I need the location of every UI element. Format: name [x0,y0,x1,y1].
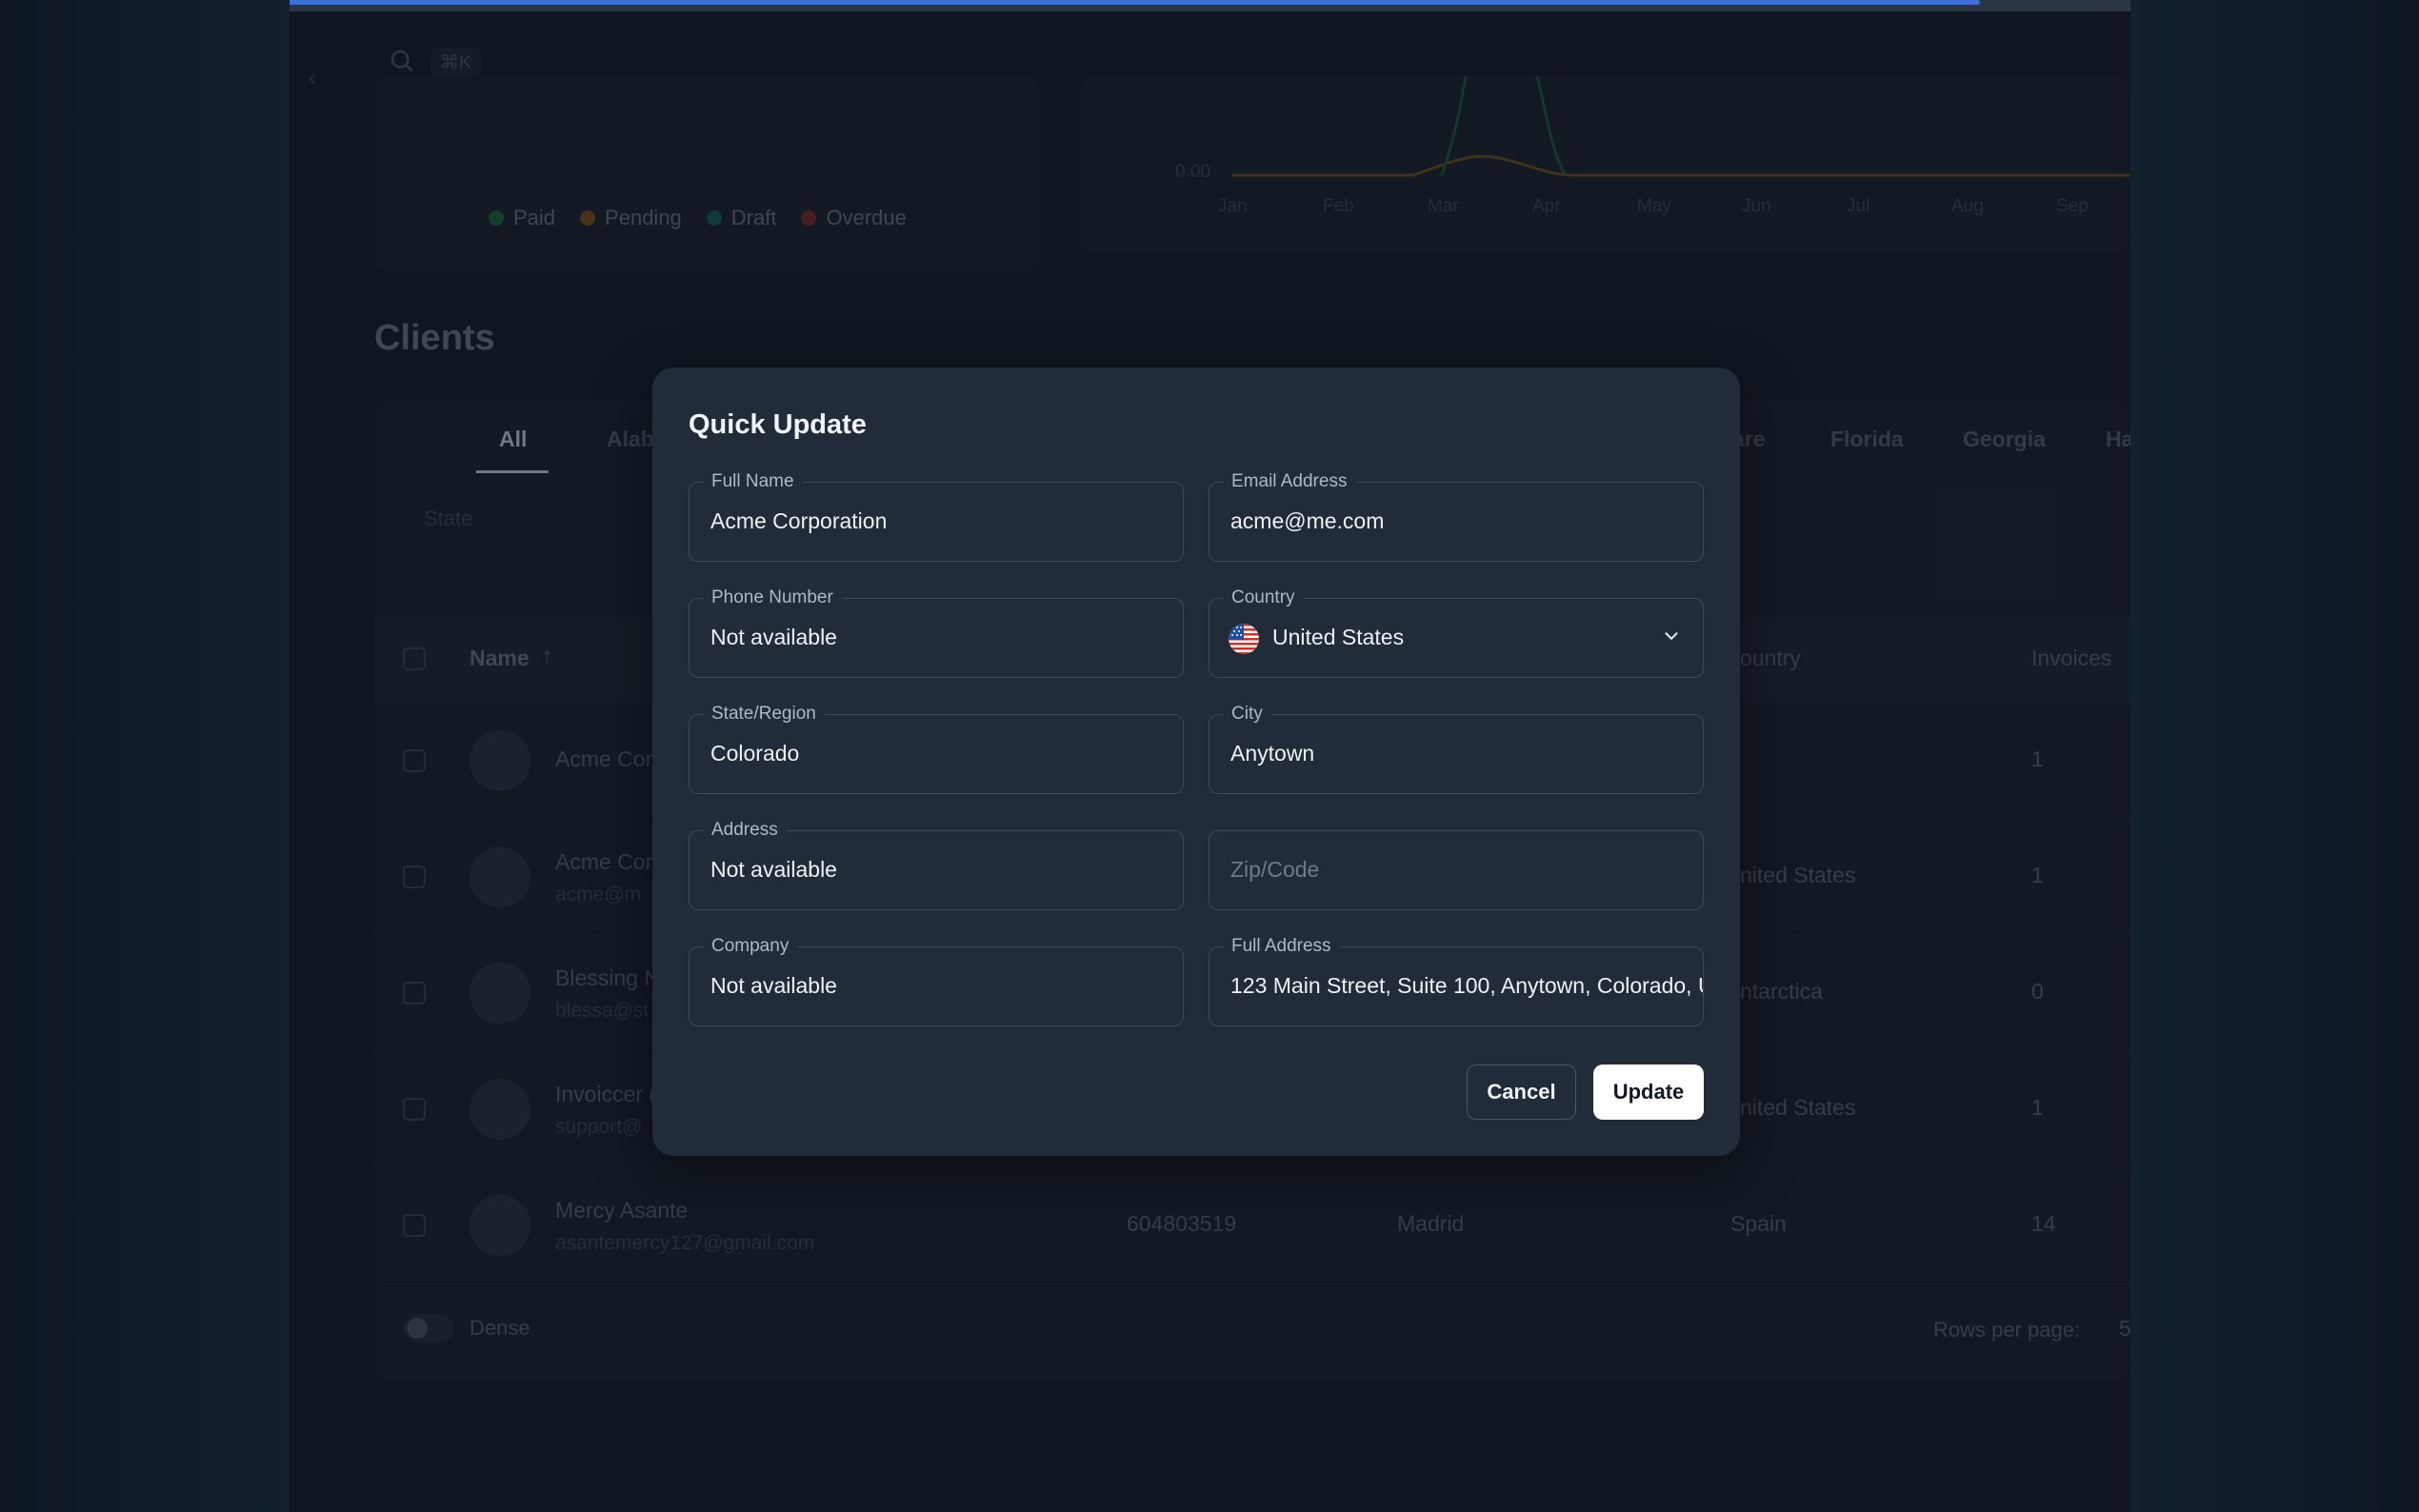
field-label: City [1223,704,1271,725]
state-field[interactable]: State/Region Colorado [689,704,1184,794]
email-field[interactable]: Email Address acme@me.com [1209,471,1704,562]
full-address-field[interactable]: Full Address 123 Main Street, Suite 100,… [1209,936,1704,1026]
field-label: State/Region [703,704,825,725]
field-label: Country [1223,587,1304,608]
dialog-title: Quick Update [689,409,867,440]
field-label: Full Name [703,471,803,492]
field-label: Phone Number [703,587,842,608]
phone-input[interactable]: Not available [710,625,1164,650]
field-label: Email Address [1223,471,1356,492]
phone-field[interactable]: Phone Number Not available [689,587,1184,678]
company-field[interactable]: Company Not available [689,936,1184,1026]
update-button[interactable]: Update [1593,1064,1704,1120]
field-label: Company [703,936,798,957]
zip-input[interactable]: Zip/Code [1230,857,1319,883]
address-field[interactable]: Address Not available [689,820,1184,910]
city-field[interactable]: City Anytown [1209,704,1704,794]
field-label: Full Address [1223,936,1340,957]
loading-progress-bar [290,0,1980,5]
country-select[interactable]: Country United States [1209,587,1704,678]
city-input[interactable]: Anytown [1230,741,1684,766]
full-name-input[interactable]: Acme Corporation [710,508,1164,534]
full-name-field[interactable]: Full Name Acme Corporation [689,471,1184,562]
us-flag-icon [1229,624,1259,654]
quick-update-dialog: Quick Update Full Name Acme Corporation … [652,368,1740,1156]
backdrop-right [2130,0,2419,1512]
company-input[interactable]: Not available [710,973,1164,999]
field-label: Address [703,820,787,841]
email-input[interactable]: acme@me.com [1230,508,1684,534]
country-value: United States [1272,625,1405,649]
backdrop-left [0,0,290,1512]
chevron-down-icon[interactable] [1661,626,1682,647]
cancel-button[interactable]: Cancel [1467,1064,1576,1120]
state-input[interactable]: Colorado [710,741,1164,766]
full-address-input[interactable]: 123 Main Street, Suite 100, Anytown, Col… [1230,973,1703,999]
address-input[interactable]: Not available [710,857,1164,883]
zip-field[interactable]: Zip/Code [1209,830,1704,910]
